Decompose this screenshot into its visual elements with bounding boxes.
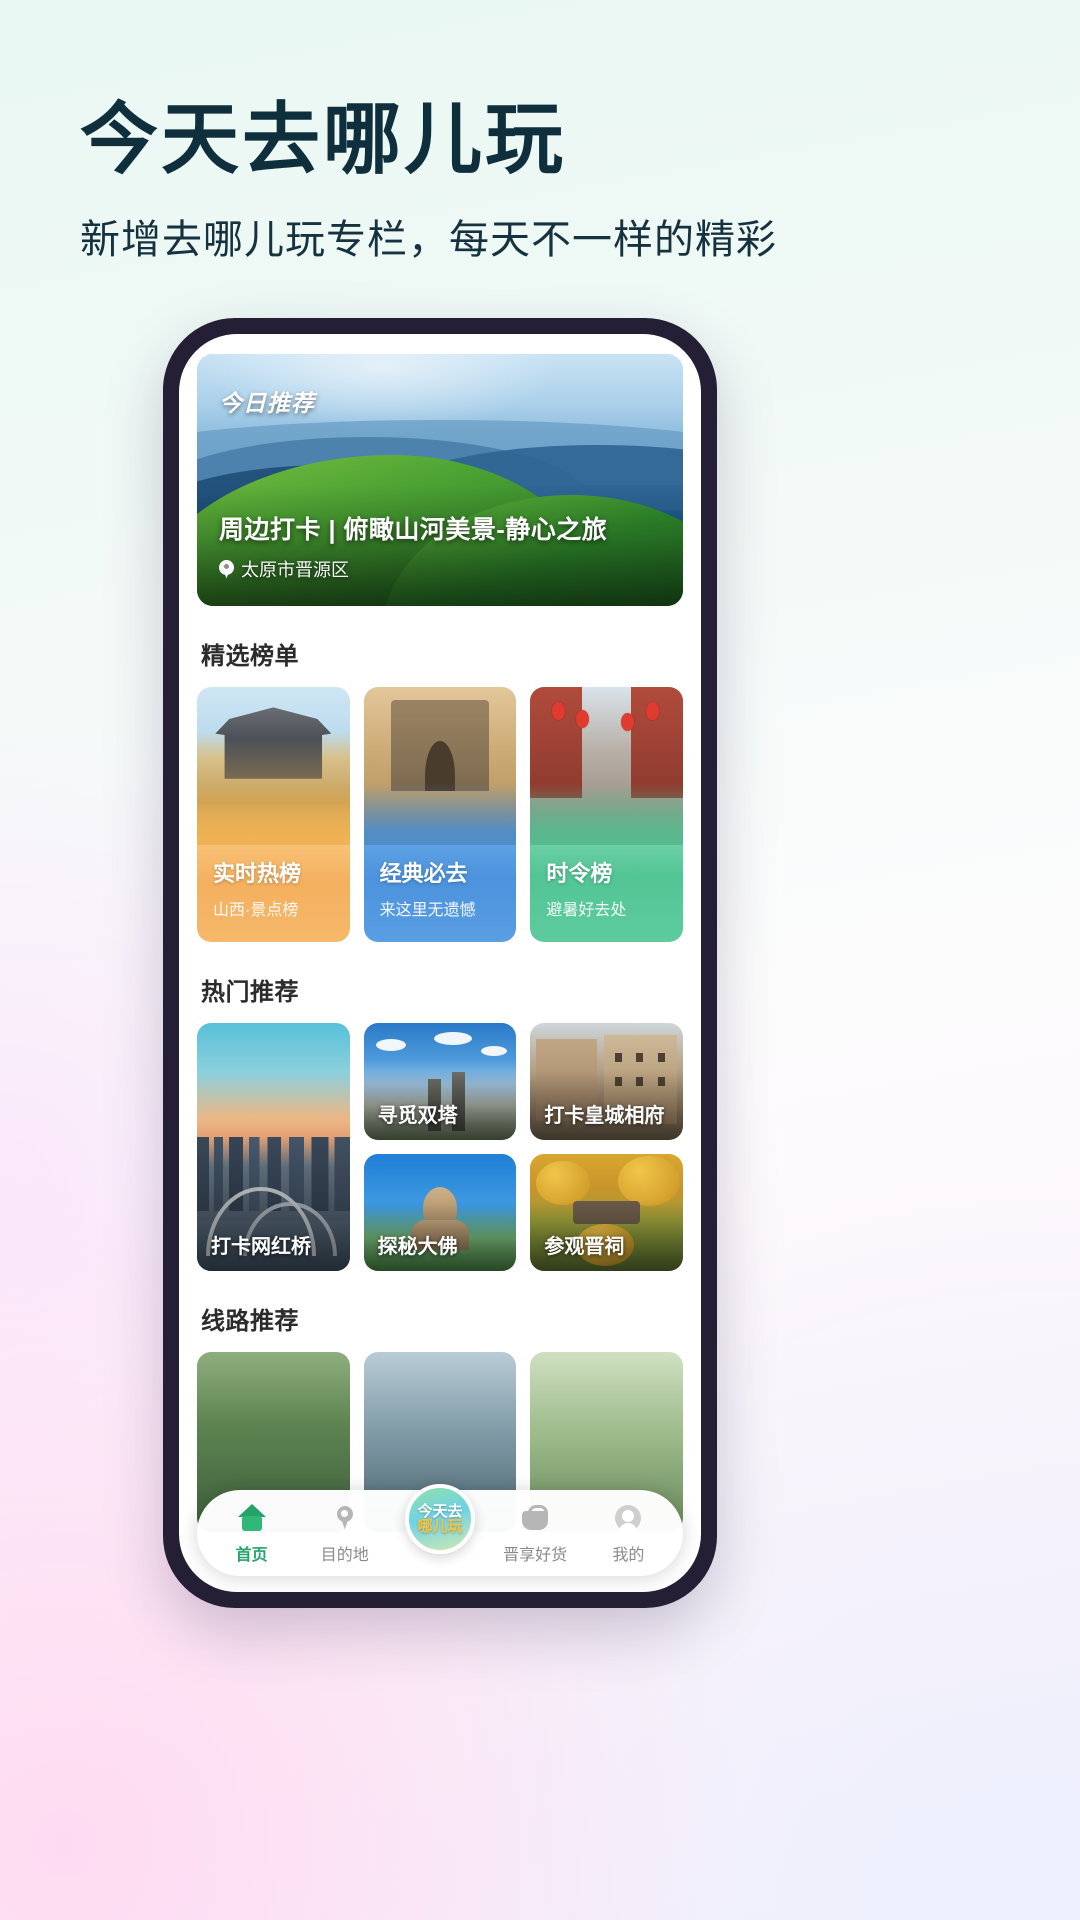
nav-label: 我的 bbox=[612, 1546, 645, 1564]
nav-item-go-play[interactable]: 今天去 哪儿玩 bbox=[394, 1484, 486, 1554]
tile-label: 打卡网红桥 bbox=[211, 1236, 311, 1258]
hero-recommendation-card[interactable]: 今日推荐 周边打卡 | 俯瞰山河美景-静心之旅 太原市晋源区 bbox=[197, 354, 683, 606]
rank-card-labels: 经典必去 来这里无遗憾 bbox=[380, 856, 476, 920]
rank-card-subtitle: 来这里无遗憾 bbox=[379, 902, 476, 919]
rank-card-title: 经典必去 bbox=[379, 861, 468, 886]
nav-item-destination[interactable]: 目的地 bbox=[301, 1502, 389, 1565]
section-title-hot-recommendations: 热门推荐 bbox=[201, 979, 299, 1006]
nav-item-mine[interactable]: 我的 bbox=[584, 1502, 672, 1565]
page-title: 今天去哪儿玩 bbox=[80, 95, 567, 183]
page-subtitle: 新增去哪儿玩专栏，每天不一样的精彩 bbox=[80, 218, 777, 263]
tile-imperial-city[interactable]: 打卡皇城相府 bbox=[530, 1023, 683, 1140]
rank-card-labels: 实时热榜 山西·景点榜 bbox=[213, 856, 301, 920]
app-content-scroll[interactable]: 今日推荐 周边打卡 | 俯瞰山河美景-静心之旅 太原市晋源区 精选榜单 实时热榜… bbox=[179, 334, 701, 1592]
location-pin-icon bbox=[219, 559, 234, 579]
center-badge-line1: 今天去 bbox=[417, 1502, 463, 1520]
hero-title: 周边打卡 | 俯瞰山河美景-静心之旅 bbox=[219, 516, 608, 544]
nav-item-home[interactable]: 首页 bbox=[208, 1502, 296, 1565]
hot-recommendations-grid: 打卡网红桥 寻觅双塔 打卡皇城相府 探秘大佛 参观晋祠 bbox=[197, 1023, 683, 1271]
home-icon bbox=[235, 1502, 269, 1536]
user-icon bbox=[611, 1502, 645, 1536]
rank-card-labels: 时令榜 避暑好去处 bbox=[546, 856, 626, 920]
rank-card-subtitle: 山西·景点榜 bbox=[213, 902, 299, 919]
hero-location-label: 太原市晋源区 bbox=[241, 560, 349, 580]
phone-screen: 今日推荐 周边打卡 | 俯瞰山河美景-静心之旅 太原市晋源区 精选榜单 实时热榜… bbox=[179, 334, 701, 1592]
tile-great-buddha[interactable]: 探秘大佛 bbox=[363, 1154, 517, 1271]
rank-card-seasonal[interactable]: 时令榜 避暑好去处 bbox=[530, 687, 684, 942]
featured-rankings-row: 实时热榜 山西·景点榜 经典必去 来这里无遗憾 时令榜 避暑好去处 bbox=[197, 687, 684, 942]
today-recommendation-badge: 今日推荐 bbox=[219, 390, 315, 416]
tile-label: 参观晋祠 bbox=[544, 1236, 625, 1258]
tile-twin-pagodas[interactable]: 寻觅双塔 bbox=[363, 1023, 517, 1140]
bottom-navigation-bar: 首页 目的地 今天去 哪儿玩 晋享好货 我的 bbox=[197, 1484, 683, 1576]
nav-label: 晋享好货 bbox=[503, 1546, 568, 1564]
tile-label: 寻觅双塔 bbox=[377, 1105, 458, 1127]
rank-card-title: 时令榜 bbox=[546, 861, 613, 886]
nav-item-goods[interactable]: 晋享好货 bbox=[491, 1502, 579, 1565]
rank-card-title: 实时热榜 bbox=[213, 861, 302, 886]
rank-card-subtitle: 避暑好去处 bbox=[546, 902, 627, 919]
nav-label: 首页 bbox=[235, 1546, 268, 1564]
rank-card-realtime-hot[interactable]: 实时热榜 山西·景点榜 bbox=[197, 687, 350, 942]
tile-label: 打卡皇城相府 bbox=[544, 1105, 665, 1127]
phone-mockup: 今日推荐 周边打卡 | 俯瞰山河美景-静心之旅 太原市晋源区 精选榜单 实时热榜… bbox=[163, 318, 717, 1608]
tile-label: 探秘大佛 bbox=[377, 1236, 458, 1258]
shopping-bag-icon bbox=[518, 1502, 552, 1536]
rank-card-classic-must-go[interactable]: 经典必去 来这里无遗憾 bbox=[363, 687, 517, 942]
section-title-featured-rankings: 精选榜单 bbox=[201, 643, 299, 670]
go-play-badge-icon: 今天去 哪儿玩 bbox=[404, 1484, 475, 1554]
poster-header: 今天去哪儿玩 新增去哪儿玩专栏，每天不一样的精彩 bbox=[80, 95, 1000, 265]
map-pin-icon bbox=[328, 1502, 362, 1536]
hero-location: 太原市晋源区 bbox=[219, 556, 349, 582]
section-title-route-recommendations: 线路推荐 bbox=[201, 1308, 299, 1335]
tile-red-bridge[interactable]: 打卡网红桥 bbox=[197, 1023, 350, 1271]
tile-jinci-temple[interactable]: 参观晋祠 bbox=[530, 1154, 683, 1271]
nav-label: 目的地 bbox=[320, 1546, 369, 1564]
center-badge-line2: 哪儿玩 bbox=[417, 1518, 463, 1535]
